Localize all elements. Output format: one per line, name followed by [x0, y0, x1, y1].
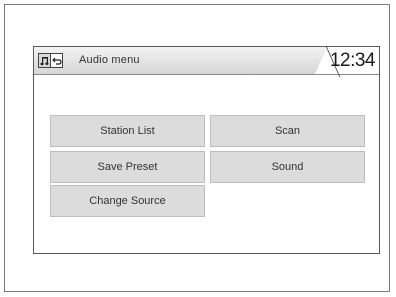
scan-button[interactable]: Scan	[210, 115, 365, 147]
station-list-button[interactable]: Station List	[50, 115, 205, 147]
back-arrow-icon	[51, 54, 62, 67]
audio-screen: Audio menu 12:34 Station List Scan Save …	[33, 46, 380, 254]
clock: 12:34	[329, 50, 376, 71]
source-indicator[interactable]	[38, 53, 63, 68]
page-title: Audio menu	[79, 54, 140, 66]
header-bar: Audio menu 12:34	[34, 47, 379, 77]
save-preset-button[interactable]: Save Preset	[50, 151, 205, 183]
music-note-icon	[39, 54, 51, 67]
change-source-button[interactable]: Change Source	[50, 185, 205, 217]
sound-button[interactable]: Sound	[210, 151, 365, 183]
